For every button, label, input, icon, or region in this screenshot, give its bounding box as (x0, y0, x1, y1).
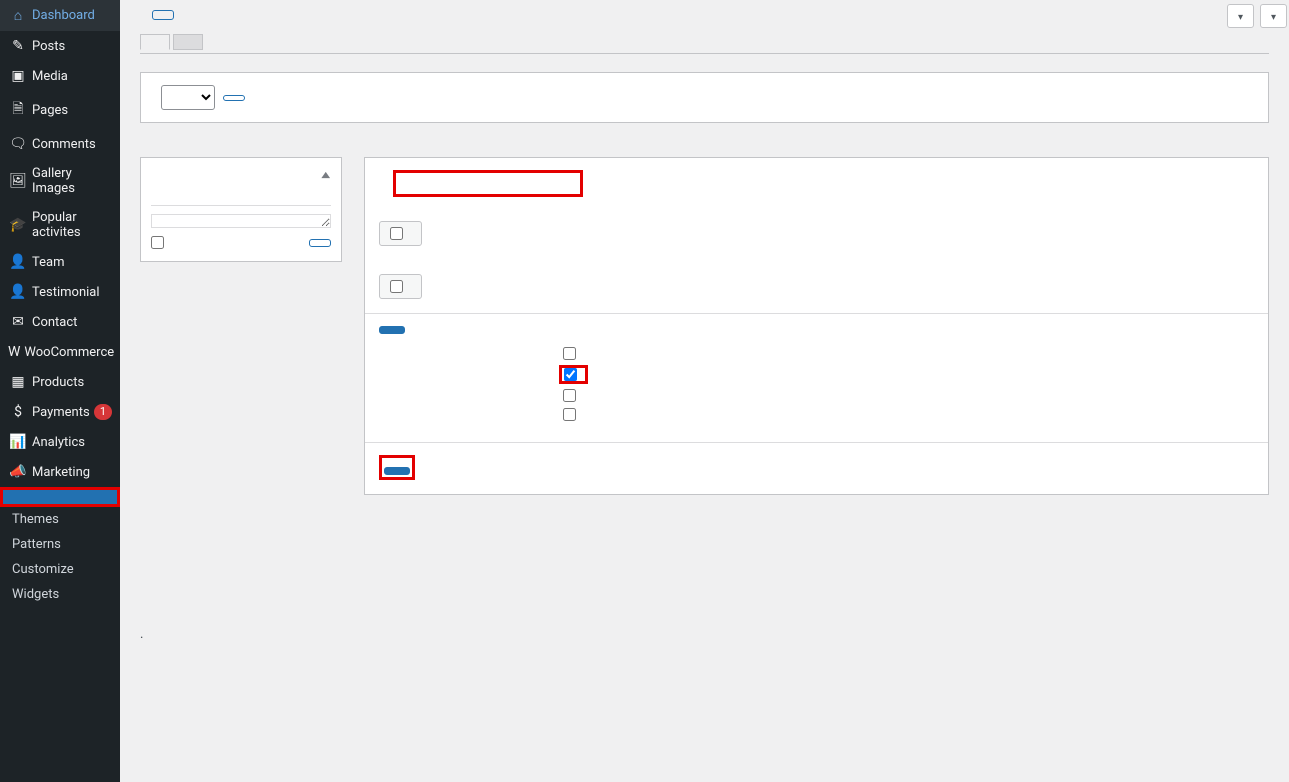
sidebar-label: WooCommerce (24, 345, 114, 360)
loc-left-checkbox[interactable] (563, 389, 576, 402)
sidebar-label: Dashboard (32, 8, 112, 23)
sidebar-item-analytics[interactable]: 📊 Analytics (0, 427, 120, 457)
live-preview-btn[interactable] (152, 10, 174, 20)
add-to-menu-btn[interactable] (309, 239, 331, 247)
select-btn[interactable] (223, 95, 245, 101)
submenu-patterns[interactable]: Patterns (0, 532, 120, 557)
badge: 1 (94, 404, 112, 420)
instructions (365, 209, 1268, 221)
submenu-customize[interactable]: Customize (0, 557, 120, 582)
menu-icon: ⌂ (8, 7, 28, 24)
sidebar-label: Popular activites (32, 210, 112, 240)
menu-icon: 👤 (8, 254, 28, 270)
sidebar-label: Payments (32, 405, 94, 420)
caret-up-icon: ▴ (322, 168, 330, 181)
menu-icon: 📣 (8, 464, 28, 480)
menu-icon: 🗎 (8, 98, 28, 122)
loc-right-checkbox[interactable] (563, 408, 576, 421)
menu-icon: 🎓 (8, 217, 28, 233)
loc-primary[interactable] (559, 365, 588, 384)
sidebar-label: Posts (32, 39, 112, 54)
select-all-checkbox[interactable] (151, 236, 164, 249)
sidebar-label: Contact (32, 315, 112, 330)
loc-primary-checkbox[interactable] (564, 368, 577, 381)
tab-edit-menus[interactable] (140, 34, 170, 50)
menu-icon: W (8, 344, 20, 360)
auto-add-opt[interactable] (559, 346, 586, 361)
sidebar-item-products[interactable]: ▦ Products (0, 367, 120, 397)
menu-icon: ▣ (8, 68, 28, 84)
sidebar-label: Analytics (32, 435, 112, 450)
sidebar-label: Gallery Images (32, 166, 112, 196)
sidebar-item-woocommerce[interactable]: W WooCommerce (0, 337, 120, 367)
submenu-themes[interactable]: Themes (0, 507, 120, 532)
sidebar-item-posts[interactable]: ✎ Posts (0, 31, 120, 61)
sidebar-item-team[interactable]: 👤 Team (0, 247, 120, 277)
screen-options-btn[interactable] (1227, 4, 1254, 28)
save-menu-btn-bottom[interactable] (384, 467, 410, 475)
bulk-checkbox[interactable] (390, 227, 403, 240)
help-btn[interactable] (1260, 4, 1287, 28)
sidebar-item-contact[interactable]: ✉ Contact (0, 307, 120, 337)
menu-icon: 📊 (8, 434, 28, 450)
menu-icon: 🖼 (8, 173, 28, 189)
sidebar-item-comments[interactable]: 🗨 Comments (0, 129, 120, 159)
sidebar-item-popular-activites[interactable]: 🎓Popular activites (0, 203, 120, 247)
menu-icon: $ (8, 404, 28, 420)
menu-icon: 👤 (8, 284, 28, 300)
menu-select[interactable] (161, 85, 215, 110)
sidebar-label: Media (32, 69, 112, 84)
sidebar-item-marketing[interactable]: 📣 Marketing (0, 457, 120, 487)
menu-icon: 🗨 (8, 136, 28, 152)
submenu-widgets[interactable]: Widgets (0, 582, 120, 607)
accordion-pages[interactable]: ▴ (141, 158, 341, 191)
collapse-menu[interactable] (0, 607, 120, 621)
menu-icon: ✎ (8, 38, 28, 54)
sidebar-item-appearance[interactable] (0, 487, 120, 507)
menu-name-input[interactable] (393, 170, 583, 197)
sidebar-label: Team (32, 255, 112, 270)
sidebar-label: Testimonial (32, 285, 112, 300)
sidebar-item-payments[interactable]: $ Payments1 (0, 397, 120, 427)
sidebar-label: Marketing (32, 465, 112, 480)
auto-add-checkbox[interactable] (563, 347, 576, 360)
sidebar-item-pages[interactable]: 🗎 Pages (0, 91, 120, 129)
menu-icon: ✉ (8, 314, 28, 330)
save-menu-btn-top[interactable] (379, 326, 405, 334)
sidebar-item-gallery-images[interactable]: 🖼Gallery Images (0, 159, 120, 203)
bulk-checkbox-2[interactable] (390, 280, 403, 293)
sidebar-item-testimonial[interactable]: 👤 Testimonial (0, 277, 120, 307)
sidebar-label: Products (32, 375, 112, 390)
sidebar-item-dashboard[interactable]: ⌂ Dashboard (0, 0, 120, 31)
loc-left[interactable] (559, 388, 588, 403)
sidebar-item-media[interactable]: ▣ Media (0, 61, 120, 91)
sidebar-label: Comments (32, 137, 112, 152)
menu-icon: ▦ (8, 374, 28, 390)
loc-right[interactable] (559, 407, 588, 422)
bulk-select-bottom[interactable] (379, 274, 422, 299)
sidebar-label: Pages (32, 103, 112, 118)
select-all[interactable] (151, 236, 170, 249)
bulk-select-top[interactable] (379, 221, 422, 246)
tab-manage-locations[interactable] (173, 34, 203, 50)
